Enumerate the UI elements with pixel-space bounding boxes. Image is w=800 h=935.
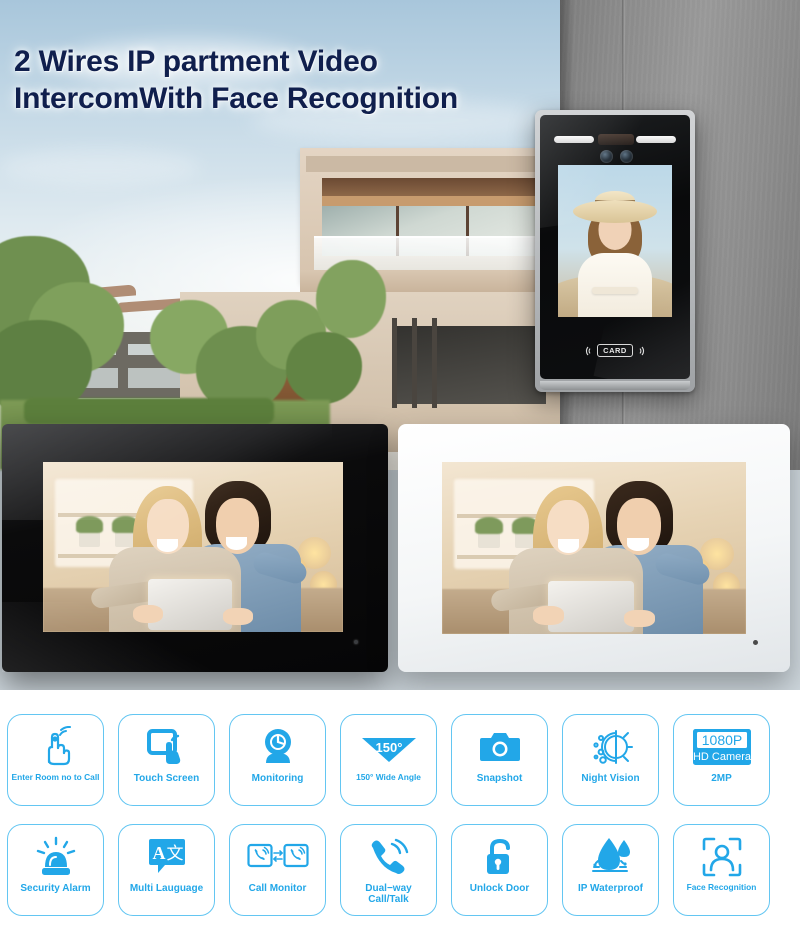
plant <box>475 517 503 535</box>
feature-label: Monitoring <box>251 773 304 784</box>
couple-photo <box>442 462 746 634</box>
feature-tile-enter-room-no-to-call[interactable]: Enter Room no to Call <box>7 714 104 806</box>
feature-tile-monitoring[interactable]: Monitoring <box>229 714 326 806</box>
hand-tap-call-icon <box>36 724 76 770</box>
feature-row-1: Enter Room no to Call Touch Screen Monit… <box>0 700 800 806</box>
feature-label-line-1: Dual−way <box>365 883 412 894</box>
villa-post <box>432 318 437 408</box>
feature-tile-wide-angle[interactable]: 150° 150° Wide Angle <box>340 714 437 806</box>
feature-label: Touch Screen <box>133 773 200 784</box>
feature-label: 2MP <box>711 773 732 784</box>
waterproof-droplet-icon <box>589 834 633 880</box>
feature-label: Unlock Door <box>469 883 530 894</box>
villa-soffit-wood <box>322 196 548 206</box>
feature-label: Face Recognition <box>686 882 757 892</box>
badge-letter-cjk: 文 <box>166 844 183 864</box>
page-title: 2 Wires IP partment Video IntercomWith F… <box>14 44 554 117</box>
face-recognition-icon <box>701 834 743 880</box>
feature-tile-multi-language[interactable]: A 文 Multi Lauguage <box>118 824 215 916</box>
unlock-door-icon <box>481 834 519 880</box>
multi-language-icon: A 文 <box>145 834 189 880</box>
woman-smile <box>157 538 178 553</box>
feature-grid: Enter Room no to Call Touch Screen Monit… <box>0 700 800 935</box>
headline-line-1: 2 Wires IP partment Video <box>14 45 378 78</box>
feature-label: Security Alarm <box>20 883 91 894</box>
cloud <box>0 150 200 184</box>
hd-camera-badge-icon: 1080P HD Camera <box>691 724 753 770</box>
feature-label: Call Monitor <box>248 883 307 894</box>
badge-hd-camera: HD Camera <box>692 751 751 763</box>
face-recognition-door-station: CARD <box>535 110 695 392</box>
villa-soffit <box>322 178 548 196</box>
feature-row-2: Security Alarm A 文 Multi Lauguage Call M… <box>0 806 800 916</box>
badge-resolution: 1080P <box>701 732 741 748</box>
feature-label: Dual−way Call/Talk <box>342 883 436 905</box>
product-marketing-banner: 2 Wires IP partment Video IntercomWith F… <box>0 0 800 935</box>
villa-entry-glazing <box>396 326 546 404</box>
feature-tile-face-recognition[interactable]: Face Recognition <box>673 824 770 916</box>
feature-label: IP Waterproof <box>577 883 643 894</box>
monitor-gloss-reflection <box>2 602 222 672</box>
feature-tile-touch-screen[interactable]: Touch Screen <box>118 714 215 806</box>
panel-reflection <box>540 115 678 229</box>
call-monitor-icon <box>246 834 309 880</box>
light-sensor-icon <box>354 640 358 644</box>
feature-label-line-2: Call/Talk <box>368 894 409 906</box>
hand <box>533 606 564 626</box>
feature-tile-hd-camera-2mp[interactable]: 1080P HD Camera 2MP <box>673 714 770 806</box>
hand <box>624 609 655 628</box>
hedge <box>24 398 274 424</box>
feature-label: 150° Wide Angle <box>356 772 421 782</box>
feature-tile-ip-waterproof[interactable]: IP Waterproof <box>562 824 659 916</box>
woman-smile <box>557 539 579 554</box>
dual-way-call-icon <box>367 834 411 880</box>
feature-label: Enter Room no to Call <box>11 772 100 782</box>
camera-monitor-icon <box>257 724 299 770</box>
feature-tile-night-vision[interactable]: Night Vision <box>562 714 659 806</box>
door-station-front-panel: CARD <box>540 115 690 379</box>
indoor-monitor-white <box>398 424 790 672</box>
alarm-siren-icon <box>34 834 78 880</box>
feature-label: Snapshot <box>476 773 523 784</box>
villa-post <box>392 318 397 408</box>
wide-angle-icon: 150° <box>360 724 418 770</box>
feature-tile-call-monitor[interactable]: Call Monitor <box>229 824 326 916</box>
villa-roofline <box>306 156 554 172</box>
feature-label: Night Vision <box>581 773 640 784</box>
camera-snapshot-icon <box>478 724 522 770</box>
villa-post <box>412 318 417 408</box>
badge-letter-a: A <box>152 843 165 863</box>
touch-screen-icon <box>146 724 188 770</box>
monitor-gloss-reflection <box>2 424 332 520</box>
tablet-device <box>548 580 634 633</box>
rf-wave-left-icon <box>586 346 591 355</box>
feature-tile-unlock-door[interactable]: Unlock Door <box>451 824 548 916</box>
hero-scene: 2 Wires IP partment Video IntercomWith F… <box>0 0 800 690</box>
headline-line-2: IntercomWith Face Recognition <box>14 81 458 115</box>
light-sensor-icon <box>753 640 758 645</box>
night-vision-icon <box>589 724 633 770</box>
hand <box>223 608 253 626</box>
indoor-monitor-black <box>2 424 388 672</box>
feature-tile-dual-way-call[interactable]: Dual−way Call/Talk <box>340 824 437 916</box>
feature-tile-security-alarm[interactable]: Security Alarm <box>7 824 104 916</box>
door-station-base-trim <box>540 381 690 390</box>
monitor-screen-white <box>442 462 746 634</box>
feature-label: Multi Lauguage <box>129 883 204 894</box>
feature-tile-snapshot[interactable]: Snapshot <box>451 714 548 806</box>
svg-text:150°: 150° <box>375 740 402 755</box>
